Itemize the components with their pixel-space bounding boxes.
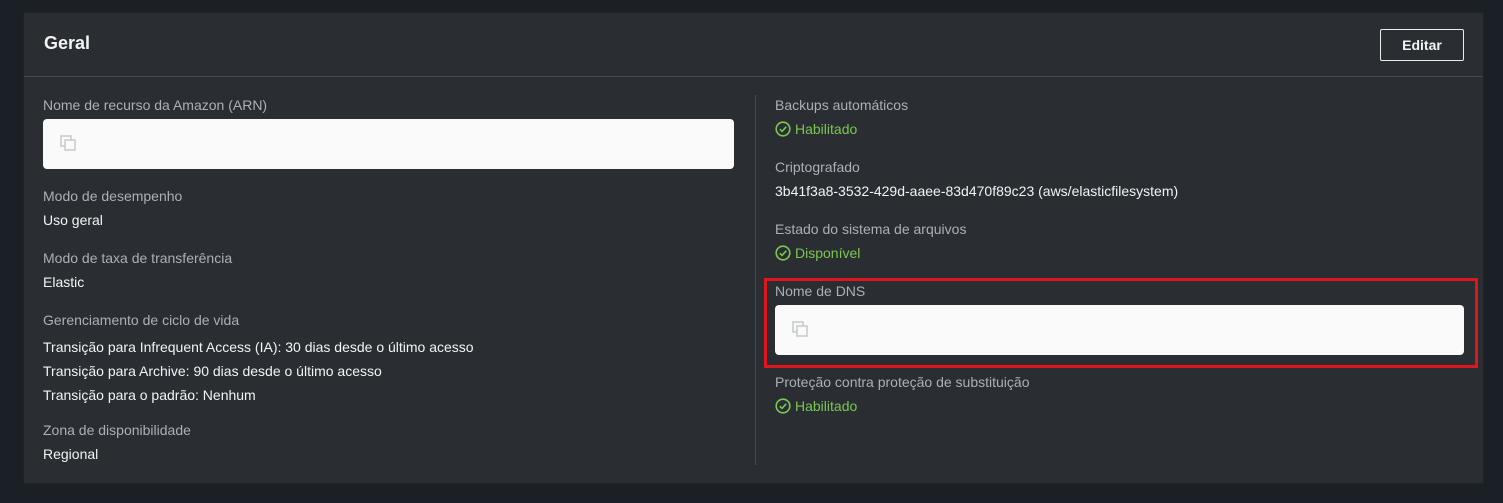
performance-mode-field: Modo de desempenho Uso geral xyxy=(43,187,182,229)
availability-zone-label: Zona de disponibilidade xyxy=(43,422,191,438)
backups-label: Backups automáticos xyxy=(775,97,909,113)
lifecycle-field: Gerenciamento de ciclo de vida Transição… xyxy=(43,311,474,407)
arn-label: Nome de recurso da Amazon (ARN) xyxy=(43,97,268,113)
lifecycle-label: Gerenciamento de ciclo de vida xyxy=(43,312,240,328)
check-circle-icon xyxy=(775,398,791,414)
lifecycle-lines: Transição para Infrequent Access (IA): 3… xyxy=(43,335,474,407)
check-circle-icon xyxy=(775,245,791,261)
availability-zone-field: Zona de disponibilidade Regional xyxy=(43,421,191,463)
replication-protection-field: Proteção contra proteção de substituição… xyxy=(775,373,1030,415)
lifecycle-line: Transição para Archive: 90 dias desde o … xyxy=(43,363,382,379)
encrypted-field: Criptografado 3b41f3a8-3532-429d-aaee-83… xyxy=(775,158,1178,200)
performance-mode-label: Modo de desempenho xyxy=(43,188,183,204)
availability-zone-value: Regional xyxy=(43,446,99,462)
fs-state-value: Disponível xyxy=(795,245,861,261)
backups-status: Habilitado xyxy=(775,120,908,138)
arn-value-box[interactable] xyxy=(43,119,734,169)
throughput-mode-field: Modo de taxa de transferência Elastic xyxy=(43,249,232,291)
dns-name-field: Nome de DNS xyxy=(775,282,1464,355)
lifecycle-line: Transição para Infrequent Access (IA): 3… xyxy=(43,339,474,355)
replication-protection-status: Habilitado xyxy=(775,397,1030,415)
copy-icon[interactable] xyxy=(791,320,811,340)
check-circle-icon xyxy=(775,121,791,137)
column-divider xyxy=(755,95,756,465)
edit-button[interactable]: Editar xyxy=(1380,29,1464,61)
performance-mode-value: Uso geral xyxy=(43,212,103,228)
backups-value: Habilitado xyxy=(795,121,858,137)
fs-state-status: Disponível xyxy=(775,244,966,262)
panel-title: Geral xyxy=(44,33,91,53)
fs-state-label: Estado do sistema de arquivos xyxy=(775,221,967,237)
throughput-mode-label: Modo de taxa de transferência xyxy=(43,250,233,266)
dns-name-label: Nome de DNS xyxy=(775,283,866,299)
replication-protection-value: Habilitado xyxy=(795,398,858,414)
replication-protection-label: Proteção contra proteção de substituição xyxy=(775,374,1030,390)
encrypted-value: 3b41f3a8-3532-429d-aaee-83d470f89c23 (aw… xyxy=(775,183,1179,199)
copy-icon[interactable] xyxy=(59,134,79,154)
panel-header: Geral Editar xyxy=(24,13,1483,77)
dns-name-value-box[interactable] xyxy=(775,305,1464,355)
general-panel: Geral Editar Nome de recurso da Amazon (… xyxy=(23,12,1484,484)
encrypted-label: Criptografado xyxy=(775,159,860,175)
arn-field: Nome de recurso da Amazon (ARN) xyxy=(43,96,734,169)
fs-state-field: Estado do sistema de arquivos Disponível xyxy=(775,220,966,262)
throughput-mode-value: Elastic xyxy=(43,274,85,290)
lifecycle-line: Transição para o padrão: Nenhum xyxy=(43,387,256,403)
backups-field: Backups automáticos Habilitado xyxy=(775,96,908,138)
